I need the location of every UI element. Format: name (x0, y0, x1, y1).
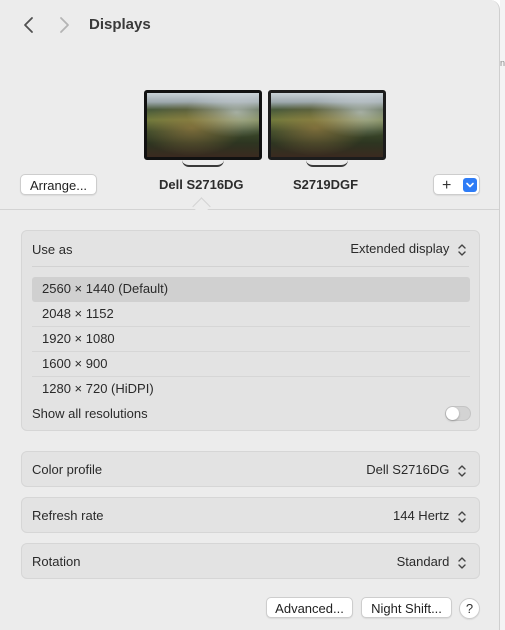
refresh-rate-popup[interactable]: 144 Hertz (393, 508, 467, 524)
show-all-resolutions-label: Show all resolutions (32, 406, 148, 421)
resolution-option[interactable]: 2048 × 1152 (32, 302, 470, 327)
night-shift-button[interactable]: Night Shift... (361, 597, 452, 618)
divider (32, 266, 469, 267)
help-button[interactable]: ? (459, 598, 480, 619)
background-window-edge: n (500, 0, 505, 630)
displays-settings-window: Displays Arrange... Dell S2716DG S2719DG… (0, 0, 500, 630)
wallpaper-preview (144, 90, 262, 160)
color-profile-row: Color profile Dell S2716DG (21, 451, 480, 487)
advanced-button[interactable]: Advanced... (266, 597, 353, 618)
page-title: Displays (89, 16, 151, 33)
rotation-label: Rotation (32, 554, 81, 569)
use-as-value: Extended display (350, 241, 450, 256)
color-profile-label: Color profile (32, 462, 103, 477)
rotation-popup[interactable]: Standard (397, 554, 467, 570)
show-all-resolutions-toggle[interactable] (445, 406, 471, 421)
resolution-option[interactable]: 1920 × 1080 (32, 327, 470, 352)
forward-chevron-icon[interactable] (53, 14, 75, 36)
chevron-down-icon[interactable] (463, 178, 477, 192)
use-as-label: Use as (32, 242, 73, 257)
arrange-button[interactable]: Arrange... (20, 174, 97, 195)
plus-icon: + (442, 177, 452, 194)
refresh-rate-label: Refresh rate (32, 508, 104, 523)
display-thumbnail-s2719dgf[interactable] (268, 90, 386, 167)
titlebar: Displays (0, 0, 499, 52)
toggle-knob (446, 407, 459, 420)
display-label-selected[interactable]: Dell S2716DG (159, 177, 244, 192)
use-as-panel: Use as Extended display 2560 × 1440 (Def… (21, 230, 480, 431)
display-arrangement-area: Arrange... Dell S2716DG S2719DGF + (0, 52, 499, 216)
resolution-option[interactable]: 1280 × 720 (HiDPI) (32, 377, 470, 401)
up-down-chevron-icon (458, 510, 466, 523)
monitor-stand (182, 160, 224, 167)
up-down-chevron-icon (458, 556, 466, 569)
refresh-rate-value: 144 Hertz (393, 508, 450, 523)
use-as-popup[interactable]: Extended display (350, 241, 467, 257)
rotation-row: Rotation Standard (21, 543, 480, 579)
refresh-rate-row: Refresh rate 144 Hertz (21, 497, 480, 533)
add-display-button[interactable]: + (433, 174, 480, 195)
rotation-value: Standard (396, 554, 450, 569)
back-chevron-icon[interactable] (18, 14, 40, 36)
color-profile-value: Dell S2716DG (366, 462, 450, 477)
color-profile-popup[interactable]: Dell S2716DG (366, 462, 467, 478)
resolution-option-selected[interactable]: 2560 × 1440 (Default) (32, 277, 470, 302)
resolution-option[interactable]: 1600 × 900 (32, 352, 470, 377)
wallpaper-preview (268, 90, 386, 160)
monitor-stand (306, 160, 348, 167)
selection-pointer (192, 197, 211, 216)
up-down-chevron-icon (458, 464, 466, 477)
display-label[interactable]: S2719DGF (293, 177, 358, 192)
up-down-chevron-icon (458, 243, 466, 256)
resolution-list: 2560 × 1440 (Default) 2048 × 1152 1920 ×… (32, 277, 470, 401)
display-thumbnail-dell-s2716dg[interactable] (144, 90, 262, 167)
